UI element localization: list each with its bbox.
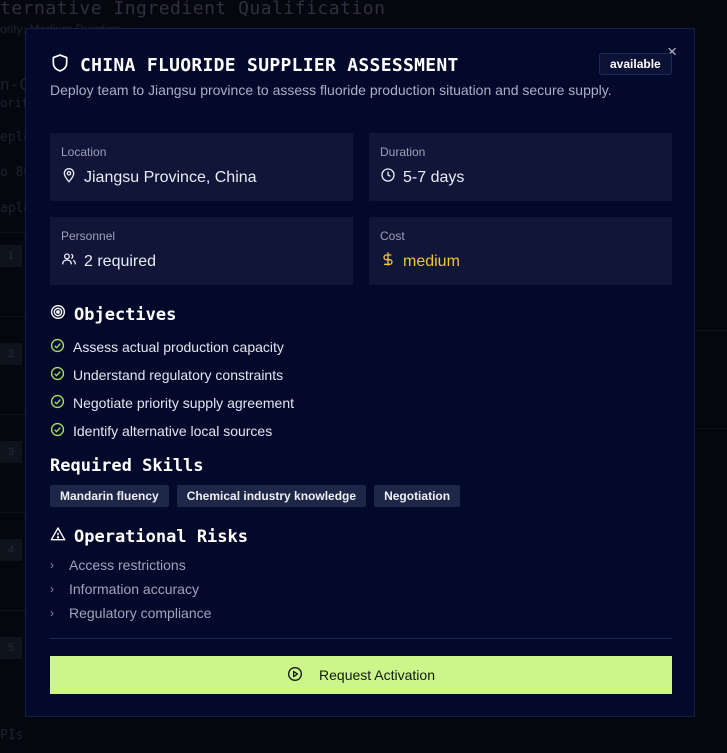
objective-text: Negotiate priority supply agreement (73, 395, 295, 411)
background-step-number: 4 (0, 539, 22, 561)
card-value: medium (403, 252, 460, 270)
map-pin-icon (61, 167, 84, 188)
chevron-right-icon: › (50, 582, 54, 596)
list-item: Understand regulatory constraints (50, 361, 294, 389)
divider (50, 638, 672, 639)
objectives-heading: Objectives (50, 304, 176, 325)
list-item: Negotiate priority supply agreement (50, 389, 294, 417)
background-step-number: 1 (0, 245, 22, 267)
modal-description: Deploy team to Jiangsu province to asses… (50, 82, 612, 98)
chevron-right-icon: › (50, 558, 54, 572)
skill-tag: Chemical industry knowledge (176, 485, 367, 507)
list-item: › Information accuracy (50, 577, 211, 601)
list-item: Assess actual production capacity (50, 333, 294, 361)
skill-tag: Negotiation (374, 485, 461, 507)
request-activation-button[interactable]: Request Activation (50, 656, 672, 694)
warning-icon (50, 526, 74, 547)
objectives-list: Assess actual production capacity Unders… (50, 333, 294, 445)
card-label: Duration (380, 145, 426, 159)
risk-text: Regulatory compliance (69, 605, 212, 621)
skills-list: Mandarin fluency Chemical industry knowl… (50, 485, 468, 507)
location-card: Location Jiangsu Province, China (50, 133, 353, 201)
risks-heading: Operational Risks (50, 526, 248, 547)
card-value: 2 required (84, 252, 157, 270)
card-value: Jiangsu Province, China (84, 168, 257, 186)
request-activation-label: Request Activation (319, 667, 435, 683)
check-circle-icon (50, 394, 73, 412)
divider (0, 316, 25, 317)
check-circle-icon (50, 366, 73, 384)
duration-card: Duration 5-7 days (369, 133, 672, 201)
list-item: Identify alternative local sources (50, 417, 294, 445)
divider (0, 610, 25, 611)
cost-card: Cost medium (369, 217, 672, 285)
clock-icon (380, 167, 403, 188)
objective-text: Understand regulatory constraints (73, 367, 284, 383)
card-label: Cost (380, 229, 405, 243)
divider (696, 428, 727, 429)
divider (0, 512, 25, 513)
list-item: › Regulatory compliance (50, 601, 211, 625)
play-circle-icon (287, 666, 319, 685)
risks-list: › Access restrictions › Information accu… (50, 553, 211, 625)
objective-text: Identify alternative local sources (73, 423, 273, 439)
card-value: 5-7 days (403, 168, 465, 186)
divider (696, 330, 727, 331)
objectives-heading-text: Objectives (74, 304, 177, 325)
personnel-card: Personnel 2 required (50, 217, 353, 285)
risk-text: Information accuracy (69, 581, 199, 597)
modal-header: CHINA FLUORIDE SUPPLIER ASSESSMENT (50, 53, 459, 78)
divider (0, 414, 25, 415)
modal-title: CHINA FLUORIDE SUPPLIER ASSESSMENT (80, 55, 459, 76)
skill-tag: Mandarin fluency (50, 485, 169, 507)
background-step-number: 2 (0, 343, 22, 365)
background-step-number: 5 (0, 637, 22, 659)
mission-modal: × available CHINA FLUORIDE SUPPLIER ASSE… (25, 28, 695, 717)
target-icon (50, 304, 74, 325)
skills-heading: Required Skills (50, 456, 204, 476)
background-step-number: 3 (0, 441, 22, 463)
dollar-icon (380, 251, 403, 272)
chevron-right-icon: › (50, 606, 54, 620)
users-icon (61, 251, 84, 272)
risks-heading-text: Operational Risks (74, 526, 248, 547)
card-label: Personnel (61, 229, 116, 243)
card-label: Location (61, 145, 107, 159)
background-title: ternative Ingredient Qualification (0, 0, 386, 19)
divider (0, 232, 25, 233)
background-fragment: PIs (0, 728, 24, 743)
risk-text: Access restrictions (69, 557, 186, 573)
status-badge: available (599, 53, 672, 75)
list-item: › Access restrictions (50, 553, 211, 577)
check-circle-icon (50, 338, 73, 356)
shield-icon (50, 53, 70, 78)
objective-text: Assess actual production capacity (73, 339, 284, 355)
check-circle-icon (50, 422, 73, 440)
